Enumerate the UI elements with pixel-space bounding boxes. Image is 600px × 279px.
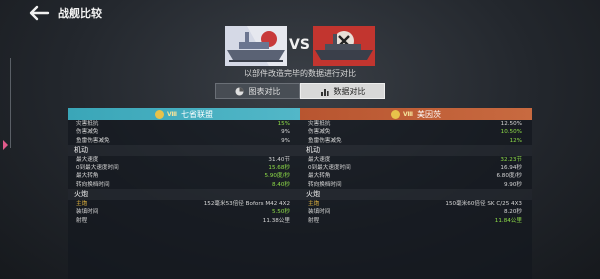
right-ship-level: Ⅷ [402, 110, 414, 118]
stat-value: 15.68秒 [268, 165, 290, 172]
right-ship-image [313, 26, 375, 66]
stat-label: 装填时间 [76, 209, 99, 216]
left-ship-level: Ⅷ [166, 110, 178, 118]
stat-row: 鱼雷伤害减免 9% [68, 137, 300, 145]
stat-row: 最大转角 5.90度/秒 [68, 172, 300, 180]
tab-data-compare[interactable]: 数据对比 [300, 83, 385, 99]
top-bar: 战舰比较 [0, 0, 600, 26]
stat-value: 152毫米53倍径 Bofors M42 4X2 [203, 201, 290, 208]
stat-row: 转向换档时间 9.90秒 [300, 181, 532, 189]
stat-value: 150毫米60倍径 SK C/25 4X3 [445, 201, 522, 208]
stat-value: 12% [509, 137, 522, 144]
compare-subtitle: 以部件改造完毕的数据进行对比 [244, 69, 356, 78]
stat-value: 10.50% [500, 129, 522, 136]
stat-label: 灾害抵抗 [76, 121, 99, 127]
right-top-rows: 灾害抵抗 12.50% 伤害减免 10.50% 鱼雷伤害减免 12% [300, 120, 532, 145]
stat-row: 主炮 150毫米60倍径 SK C/25 4X3 [300, 200, 532, 208]
tab-chart-compare[interactable]: 图表对比 [215, 83, 300, 99]
stat-row: 0到最大速度时间 15.68秒 [68, 164, 300, 172]
stat-label: 最大转角 [308, 173, 331, 180]
stat-value: 9% [281, 129, 290, 136]
stat-value: 32.23节 [500, 156, 522, 163]
stat-label: 最大速度 [308, 156, 331, 163]
back-arrow-icon[interactable] [28, 5, 50, 21]
stat-row: 灾害抵抗 12.50% [300, 120, 532, 128]
stat-row: 转向换档时间 8.40秒 [68, 181, 300, 189]
stat-label: 最大转角 [76, 173, 99, 180]
stat-row: 主炮 152毫米53倍径 Bofors M42 4X2 [68, 200, 300, 208]
stat-row: 射程 11.38公里 [68, 217, 300, 225]
rank-medal-icon [390, 109, 400, 119]
stat-row: 最大转角 6.80度/秒 [300, 172, 532, 180]
left-ship-panel: Ⅷ 七省联盟 灾害抵抗 15% 伤害减免 9% 鱼雷伤害减免 9% 机动 最大速度 31… [68, 108, 300, 279]
stat-label: 灾害抵抗 [308, 121, 331, 127]
left-ship-header: Ⅷ 七省联盟 [68, 108, 300, 120]
right-ship-panel: Ⅷ 美因茨 灾害抵抗 12.50% 伤害减免 10.50% 鱼雷伤害减免 12% 机动… [300, 108, 532, 279]
stat-value: 16.94秒 [500, 165, 522, 172]
rank-medal-icon [154, 109, 164, 119]
stat-row: 鱼雷伤害减免 12% [300, 137, 532, 145]
stat-row: 0到最大速度时间 16.94秒 [300, 164, 532, 172]
stat-row: 灾害抵抗 15% [68, 120, 300, 128]
stat-value: 8.40秒 [271, 181, 290, 188]
stat-row: 射程 11.84公里 [300, 217, 532, 225]
section-title-firepower: 火炮 [300, 189, 532, 201]
stat-value: 11.84公里 [494, 217, 522, 224]
tab-data-compare-label: 数据对比 [333, 86, 366, 96]
stat-label: 伤害减免 [308, 129, 331, 136]
stat-value: 8.20秒 [503, 209, 522, 216]
compare-tabs: 图表对比 数据对比 [215, 83, 385, 99]
right-ship-name: 美因茨 [417, 109, 442, 119]
stat-label: 0到最大速度时间 [76, 165, 119, 172]
right-ship-header: Ⅷ 美因茨 [300, 108, 532, 120]
stat-label: 伤害减免 [76, 129, 99, 136]
stat-row: 最大速度 32.23节 [300, 156, 532, 164]
stat-label: 鱼雷伤害减免 [76, 137, 110, 144]
section-title-mobility: 机动 [300, 144, 532, 156]
stat-row: 装填时间 8.20秒 [300, 208, 532, 216]
stat-label: 主炮 [76, 201, 88, 208]
stat-label: 主炮 [308, 201, 320, 208]
pie-chart-icon [235, 87, 244, 96]
left-ship-image [225, 26, 287, 66]
stat-row: 伤害减免 9% [68, 128, 300, 136]
stat-value: 12.50% [500, 121, 522, 127]
stat-label: 转向换档时间 [308, 181, 342, 188]
side-expand-icon[interactable] [3, 140, 8, 150]
stat-row: 装填时间 5.50秒 [68, 208, 300, 216]
stat-row: 伤害减免 10.50% [300, 128, 532, 136]
vs-label: VS [289, 37, 310, 53]
stat-value: 5.90度/秒 [264, 173, 290, 180]
stat-row: 最大速度 31.40节 [68, 156, 300, 164]
stat-value: 31.40节 [268, 156, 290, 163]
tab-chart-compare-label: 图表对比 [248, 86, 281, 96]
stat-value: 11.38公里 [262, 217, 290, 224]
stat-value: 6.80度/秒 [496, 173, 522, 180]
stat-label: 装填时间 [308, 209, 331, 216]
left-ship-name: 七省联盟 [181, 109, 214, 119]
stat-value: 9% [281, 137, 290, 144]
stat-label: 鱼雷伤害减免 [308, 137, 342, 144]
stat-label: 最大速度 [76, 156, 99, 163]
stat-label: 射程 [76, 217, 88, 224]
stat-value: 5.50秒 [271, 209, 290, 216]
left-top-rows: 灾害抵抗 15% 伤害减免 9% 鱼雷伤害减免 9% [68, 120, 300, 145]
section-title-mobility: 机动 [68, 144, 300, 156]
stat-value: 9.90秒 [503, 181, 522, 188]
stat-value: 15% [277, 121, 290, 127]
page-title: 战舰比较 [58, 7, 102, 20]
section-title-firepower: 火炮 [68, 189, 300, 201]
stat-label: 转向换档时间 [76, 181, 110, 188]
data-bars-icon [320, 87, 329, 96]
stat-label: 0到最大速度时间 [308, 165, 351, 172]
stat-label: 射程 [308, 217, 320, 224]
